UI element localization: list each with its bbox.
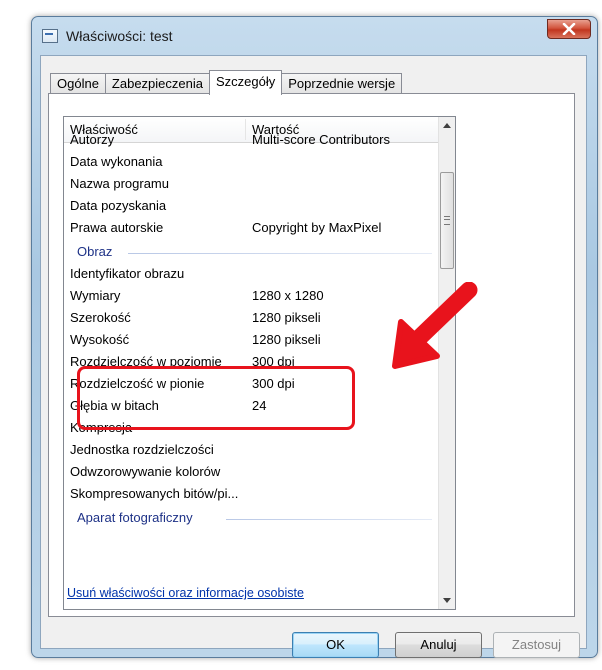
list-item[interactable]: Autorzy Multi-score Contributors [64,129,438,151]
property-name: Wysokość [70,332,130,347]
list-item[interactable]: Data wykonania [64,151,438,173]
apply-button[interactable]: Zastosuj [493,632,580,658]
tab-general[interactable]: Ogólne [50,73,106,94]
list-item[interactable]: Data pozyskania [64,195,438,217]
property-name: Autorzy [70,132,115,147]
annotation-highlight-box [77,366,355,430]
scroll-down-button[interactable] [439,592,455,609]
properties-list-viewport: Właściwość Wartość Autorzy Multi-score C… [64,117,438,609]
property-name: Data wykonania [70,154,163,169]
group-header-image[interactable]: Obraz [64,241,438,263]
group-header-camera[interactable]: Aparat fotograficzny [64,507,438,529]
screenshot: Właściwości: test Ogólne Zabezpieczenia … [0,0,602,670]
title-bar: Właściwości: test [32,17,597,55]
cancel-button[interactable]: Anuluj [395,632,482,658]
close-icon [562,23,576,35]
tab-details[interactable]: Szczegóły [208,70,283,95]
details-tab-panel: Właściwość Wartość Autorzy Multi-score C… [48,93,575,617]
scroll-thumb[interactable] [440,172,454,269]
close-button[interactable] [547,19,591,39]
properties-dialog: Właściwości: test Ogólne Zabezpieczenia … [31,16,598,658]
window-title: Właściwości: test [66,28,173,44]
dialog-client-area: Ogólne Zabezpieczenia Szczegóły Poprzedn… [40,55,587,658]
grip-icon [444,216,450,225]
property-value: 1280 x 1280 [252,288,324,303]
ok-button[interactable]: OK [292,632,379,658]
list-item[interactable]: Jednostka rozdzielczości [64,439,438,461]
property-name: Data pozyskania [70,198,167,213]
tab-previous-versions[interactable]: Poprzednie wersje [281,73,403,94]
tab-strip: Ogólne Zabezpieczenia Szczegóły Poprzedn… [50,70,403,95]
property-name: Odwzorowywanie kolorów [70,464,221,479]
property-name: Wymiary [70,288,121,303]
property-name: Nazwa programu [70,176,169,191]
property-value: 1280 pikseli [252,310,321,325]
list-item[interactable]: Nazwa programu [64,173,438,195]
group-divider [226,519,432,520]
triangle-up-icon [443,123,451,128]
property-name: Skompresowanych bitów/pi... [70,486,239,501]
group-title: Obraz [77,244,113,259]
property-name: Jednostka rozdzielczości [70,442,214,457]
triangle-down-icon [443,598,451,603]
group-title: Aparat fotograficzny [77,510,193,525]
list-item[interactable]: Wymiary 1280 x 1280 [64,285,438,307]
list-item[interactable]: Skompresowanych bitów/pi... [64,483,438,505]
property-name: Identyfikator obrazu [70,266,185,281]
window-app-icon [42,29,58,43]
group-divider [128,253,432,254]
scroll-up-button[interactable] [439,117,455,134]
remove-properties-link[interactable]: Usuń właściwości oraz informacje osobist… [67,586,304,600]
property-name: Prawa autorskie [70,220,164,235]
list-item[interactable]: Identyfikator obrazu [64,263,438,285]
property-value: 1280 pikseli [252,332,321,347]
property-name: Szerokość [70,310,131,325]
list-item[interactable]: Wysokość 1280 pikseli [64,329,438,351]
tab-security[interactable]: Zabezpieczenia [104,73,210,94]
property-value: Multi-score Contributors [252,132,390,147]
annotation-arrow-icon [392,282,478,369]
property-value: Copyright by MaxPixel [252,220,382,235]
list-item[interactable]: Szerokość 1280 pikseli [64,307,438,329]
list-item[interactable]: Prawa autorskie Copyright by MaxPixel [64,217,438,239]
list-item[interactable]: Odwzorowywanie kolorów [64,461,438,483]
